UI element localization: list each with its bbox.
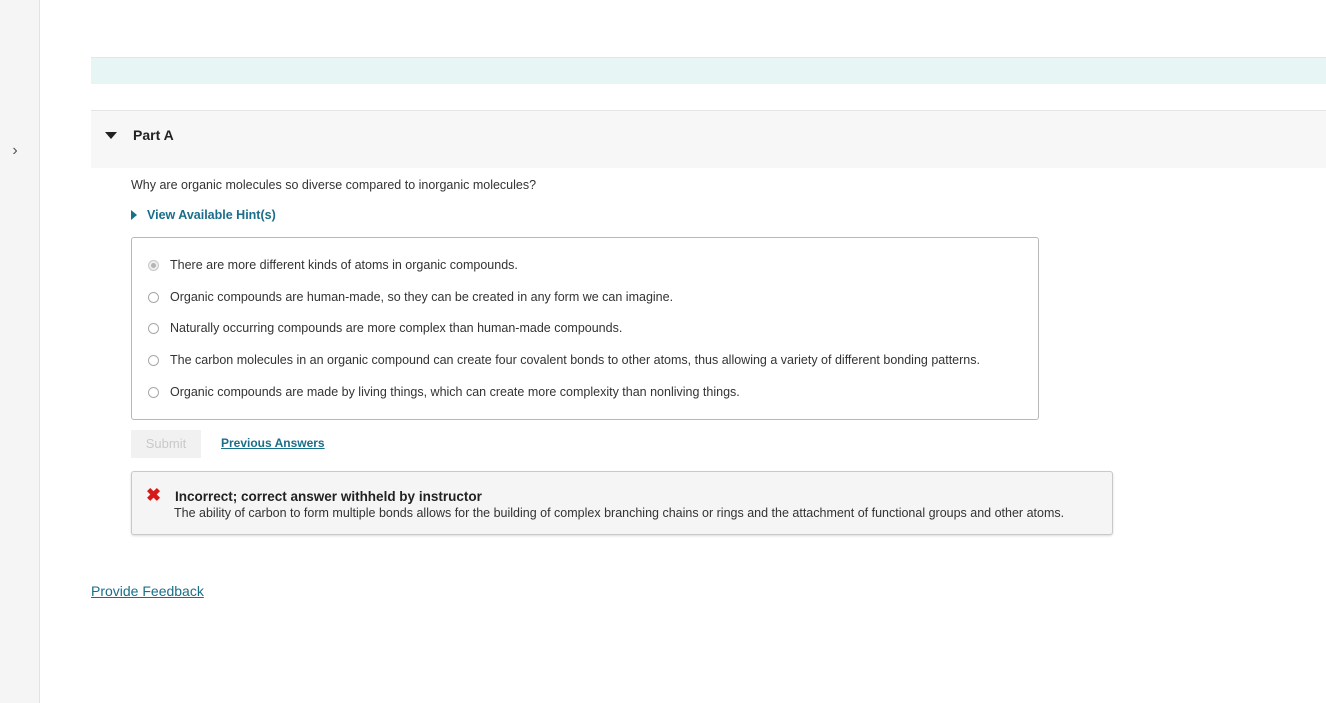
option-label: Naturally occurring compounds are more c… bbox=[170, 321, 623, 335]
submit-button[interactable]: Submit bbox=[131, 430, 201, 458]
radio-button[interactable] bbox=[148, 291, 159, 303]
x-icon: ✖ bbox=[146, 485, 162, 505]
caret-right-icon bbox=[131, 209, 137, 220]
answer-option[interactable]: The carbon molecules in an organic compo… bbox=[148, 351, 980, 369]
feedback-box: ✖ Incorrect; correct answer withheld by … bbox=[131, 471, 1113, 535]
radio-button[interactable] bbox=[148, 322, 159, 334]
option-label: Organic compounds are made by living thi… bbox=[170, 385, 740, 399]
previous-answers-link[interactable]: Previous Answers bbox=[221, 436, 325, 450]
answer-option[interactable]: Organic compounds are human-made, so the… bbox=[148, 288, 673, 306]
question-text: Why are organic molecules so diverse com… bbox=[131, 178, 537, 192]
info-banner bbox=[91, 57, 1326, 84]
part-title: Part A bbox=[133, 127, 174, 143]
part-a-header[interactable]: Part A bbox=[91, 110, 1326, 168]
caret-down-icon bbox=[105, 132, 117, 139]
feedback-text: The ability of carbon to form multiple b… bbox=[174, 506, 1065, 520]
answer-option[interactable]: There are more different kinds of atoms … bbox=[148, 256, 518, 274]
option-label: Organic compounds are human-made, so the… bbox=[170, 290, 674, 304]
view-hints-toggle[interactable]: View Available Hint(s) bbox=[131, 208, 276, 222]
radio-button[interactable] bbox=[148, 259, 159, 271]
radio-button[interactable] bbox=[148, 386, 159, 398]
answer-option[interactable]: Organic compounds are made by living thi… bbox=[148, 383, 740, 401]
answer-options: There are more different kinds of atoms … bbox=[131, 237, 1039, 420]
left-sidebar: › bbox=[0, 0, 40, 703]
answer-option[interactable]: Naturally occurring compounds are more c… bbox=[148, 319, 622, 337]
radio-button[interactable] bbox=[148, 354, 159, 366]
option-label: There are more different kinds of atoms … bbox=[170, 258, 518, 272]
chevron-right-icon[interactable]: › bbox=[6, 141, 24, 161]
hints-label: View Available Hint(s) bbox=[147, 208, 276, 222]
option-label: The carbon molecules in an organic compo… bbox=[170, 353, 980, 367]
feedback-title: Incorrect; correct answer withheld by in… bbox=[175, 489, 482, 504]
provide-feedback-link[interactable]: Provide Feedback bbox=[91, 583, 204, 599]
